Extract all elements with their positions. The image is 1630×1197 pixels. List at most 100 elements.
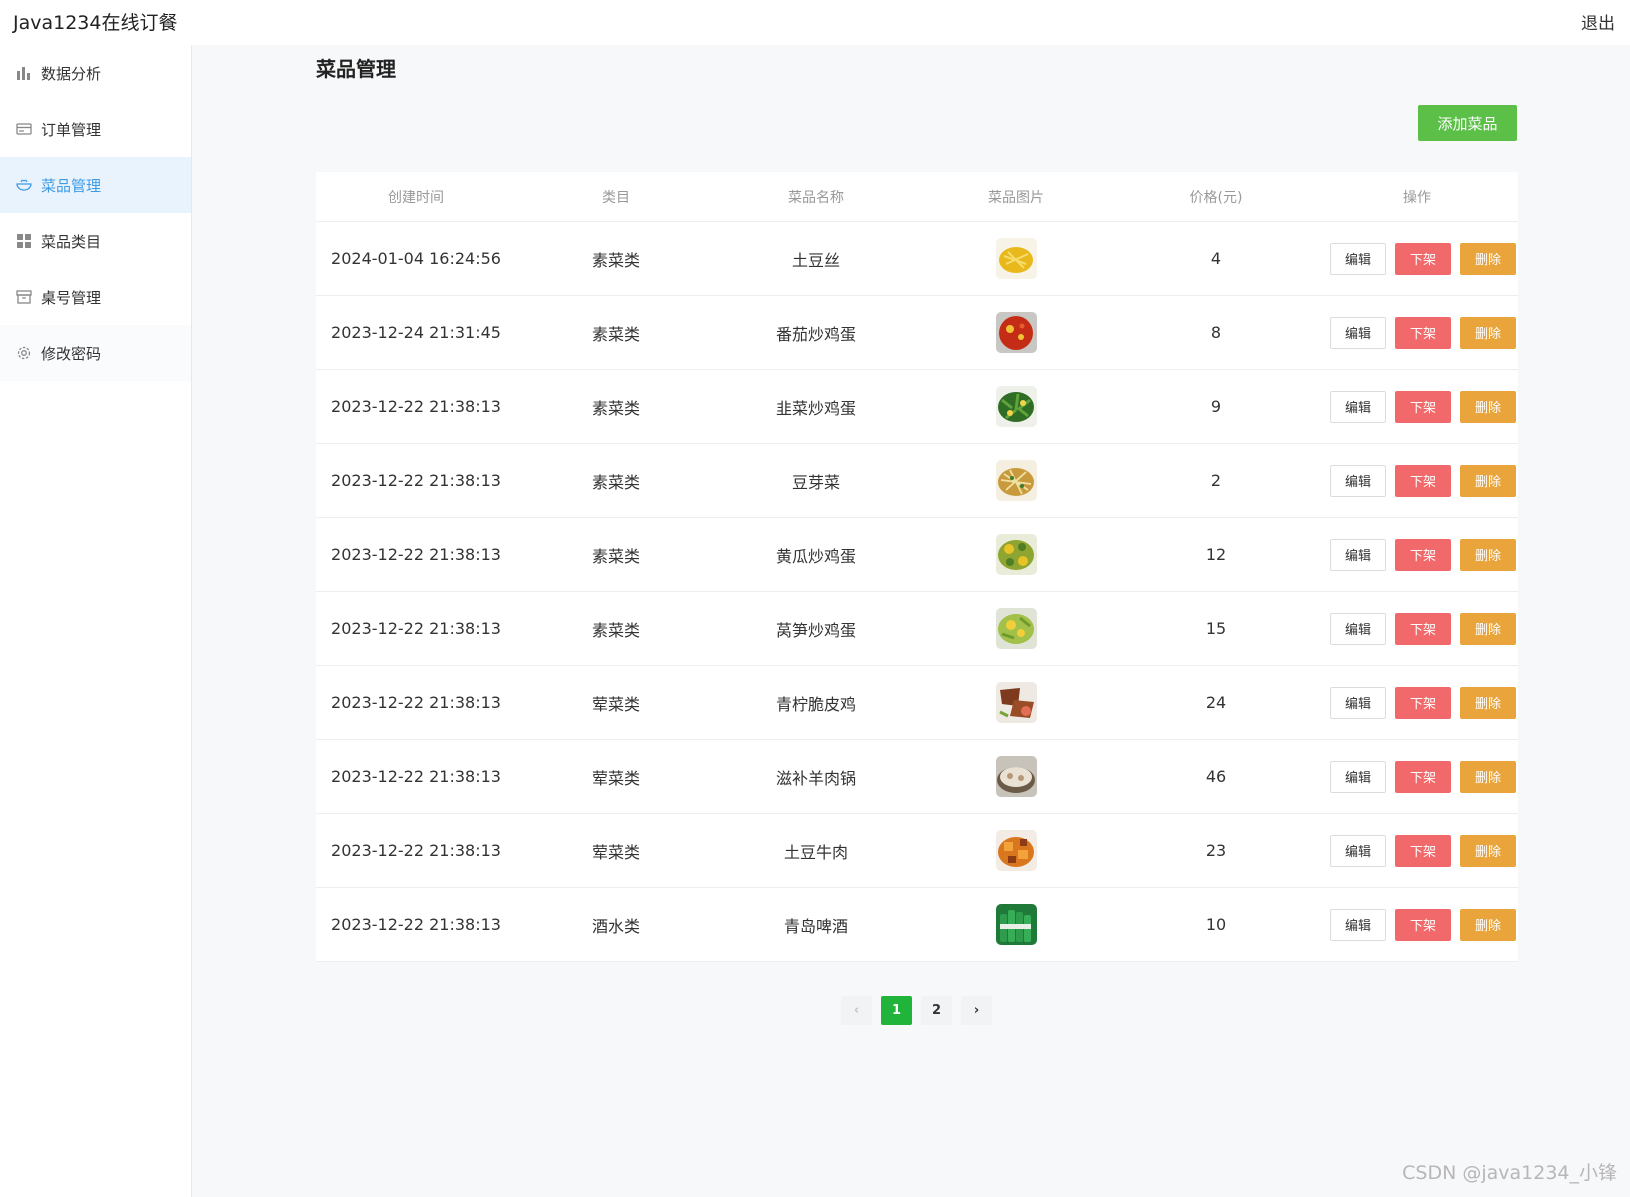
dish-image xyxy=(995,756,1037,797)
delete-button[interactable]: 删除 xyxy=(1460,464,1516,497)
table-row: 2023-12-22 21:38:13 素菜类 豆芽菜 2 编辑 下架 删除 xyxy=(316,444,1518,518)
dish-image xyxy=(995,682,1037,723)
edit-button[interactable]: 编辑 xyxy=(1330,686,1386,719)
cell-price: 15 xyxy=(1205,619,1227,638)
off-shelf-button[interactable]: 下架 xyxy=(1395,464,1451,497)
dish-image xyxy=(995,386,1037,427)
pagination-page-1[interactable]: 1 xyxy=(881,996,912,1025)
pagination-next-button[interactable]: › xyxy=(961,996,992,1025)
delete-button[interactable]: 删除 xyxy=(1460,760,1516,793)
cell-name: 莴笋炒鸡蛋 xyxy=(775,620,856,640)
cell-category: 酒水类 xyxy=(591,916,640,936)
sidebar-item-label: 菜品类目 xyxy=(41,232,102,251)
cell-price: 46 xyxy=(1205,767,1227,786)
off-shelf-button[interactable]: 下架 xyxy=(1395,834,1451,867)
grid-icon xyxy=(16,233,32,249)
column-header-actions: 操作 xyxy=(1403,189,1431,206)
dish-table: 创建时间 类目 菜品名称 菜品图片 价格(元) 操作 2024-01-04 16… xyxy=(316,172,1518,962)
cell-created: 2023-12-22 21:38:13 xyxy=(331,767,501,786)
cell-price: 10 xyxy=(1205,915,1227,934)
cell-price: 8 xyxy=(1210,323,1222,342)
column-header-category: 类目 xyxy=(602,189,630,206)
column-header-name: 菜品名称 xyxy=(788,189,844,206)
logout-link[interactable]: 退出 xyxy=(1581,9,1615,34)
bowl-icon xyxy=(16,177,32,193)
table-row: 2023-12-22 21:38:13 素菜类 韭菜炒鸡蛋 9 编辑 下架 删除 xyxy=(316,370,1518,444)
watermark: CSDN @java1234_小锋 xyxy=(1402,1162,1617,1184)
gear-icon xyxy=(16,345,32,361)
sidebar-item-change-password[interactable]: 修改密码 xyxy=(0,325,191,381)
edit-button[interactable]: 编辑 xyxy=(1330,760,1386,793)
cell-price: 23 xyxy=(1205,841,1227,860)
sidebar-item-dishes[interactable]: 菜品管理 xyxy=(0,157,191,213)
delete-button[interactable]: 删除 xyxy=(1460,686,1516,719)
delete-button[interactable]: 删除 xyxy=(1460,390,1516,423)
cell-name: 土豆牛肉 xyxy=(783,842,848,862)
pagination-page-2[interactable]: 2 xyxy=(921,996,952,1025)
add-dish-button[interactable]: 添加菜品 xyxy=(1418,105,1517,141)
sidebar-item-data-analysis[interactable]: 数据分析 xyxy=(0,45,191,101)
sidebar-item-label: 修改密码 xyxy=(41,344,102,363)
delete-button[interactable]: 删除 xyxy=(1460,612,1516,645)
table-row: 2023-12-22 21:38:13 荤菜类 土豆牛肉 23 编辑 下架 删除 xyxy=(316,814,1518,888)
sidebar-item-label: 菜品管理 xyxy=(41,176,102,195)
off-shelf-button[interactable]: 下架 xyxy=(1395,390,1451,423)
sidebar: 数据分析 订单管理 菜品管理 菜品类目 桌号管理 修改密码 xyxy=(0,45,192,1197)
edit-button[interactable]: 编辑 xyxy=(1330,908,1386,941)
edit-button[interactable]: 编辑 xyxy=(1330,612,1386,645)
edit-button[interactable]: 编辑 xyxy=(1330,538,1386,571)
column-header-created: 创建时间 xyxy=(388,189,444,206)
cell-category: 素菜类 xyxy=(591,546,640,566)
dish-image xyxy=(995,830,1037,871)
cell-name: 番茄炒鸡蛋 xyxy=(775,324,856,344)
delete-button[interactable]: 删除 xyxy=(1460,834,1516,867)
table-row: 2023-12-22 21:38:13 荤菜类 青柠脆皮鸡 24 编辑 下架 删… xyxy=(316,666,1518,740)
dish-image xyxy=(995,460,1037,501)
dish-image xyxy=(995,312,1037,353)
off-shelf-button[interactable]: 下架 xyxy=(1395,760,1451,793)
delete-button[interactable]: 删除 xyxy=(1460,242,1516,275)
cell-created: 2023-12-22 21:38:13 xyxy=(331,841,501,860)
cell-category: 荤菜类 xyxy=(591,842,640,862)
cell-created: 2023-12-22 21:38:13 xyxy=(331,915,501,934)
sidebar-item-label: 数据分析 xyxy=(41,64,102,83)
edit-button[interactable]: 编辑 xyxy=(1330,390,1386,423)
delete-button[interactable]: 删除 xyxy=(1460,538,1516,571)
cell-category: 素菜类 xyxy=(591,398,640,418)
table-row: 2023-12-22 21:38:13 荤菜类 滋补羊肉锅 46 编辑 下架 删… xyxy=(316,740,1518,814)
cell-name: 青柠脆皮鸡 xyxy=(775,694,856,714)
cell-name: 黄瓜炒鸡蛋 xyxy=(775,546,856,566)
cell-price: 24 xyxy=(1205,693,1227,712)
table-header: 创建时间 类目 菜品名称 菜品图片 价格(元) 操作 xyxy=(316,172,1518,222)
off-shelf-button[interactable]: 下架 xyxy=(1395,686,1451,719)
off-shelf-button[interactable]: 下架 xyxy=(1395,538,1451,571)
off-shelf-button[interactable]: 下架 xyxy=(1395,612,1451,645)
cell-price: 12 xyxy=(1205,545,1227,564)
bar-chart-icon xyxy=(16,65,32,81)
edit-button[interactable]: 编辑 xyxy=(1330,316,1386,349)
cell-name: 滋补羊肉锅 xyxy=(775,768,856,788)
pagination-prev-button[interactable]: ‹ xyxy=(841,996,872,1025)
off-shelf-button[interactable]: 下架 xyxy=(1395,908,1451,941)
cell-price: 2 xyxy=(1210,471,1222,490)
delete-button[interactable]: 删除 xyxy=(1460,316,1516,349)
off-shelf-button[interactable]: 下架 xyxy=(1395,242,1451,275)
column-header-price: 价格(元) xyxy=(1189,189,1243,206)
sidebar-item-orders[interactable]: 订单管理 xyxy=(0,101,191,157)
edit-button[interactable]: 编辑 xyxy=(1330,464,1386,497)
cell-category: 素菜类 xyxy=(591,620,640,640)
edit-button[interactable]: 编辑 xyxy=(1330,834,1386,867)
sidebar-item-label: 订单管理 xyxy=(41,120,102,139)
sidebar-item-tables[interactable]: 桌号管理 xyxy=(0,269,191,325)
edit-button[interactable]: 编辑 xyxy=(1330,242,1386,275)
card-icon xyxy=(16,121,32,137)
cell-created: 2023-12-24 21:31:45 xyxy=(331,323,501,342)
cell-name: 青岛啤酒 xyxy=(783,916,848,936)
off-shelf-button[interactable]: 下架 xyxy=(1395,316,1451,349)
top-bar: Java1234在线订餐 退出 xyxy=(0,0,1630,45)
dish-image xyxy=(995,904,1037,945)
delete-button[interactable]: 删除 xyxy=(1460,908,1516,941)
sidebar-item-dish-categories[interactable]: 菜品类目 xyxy=(0,213,191,269)
cell-category: 素菜类 xyxy=(591,472,640,492)
pagination: ‹ 1 2 › xyxy=(841,996,992,1025)
